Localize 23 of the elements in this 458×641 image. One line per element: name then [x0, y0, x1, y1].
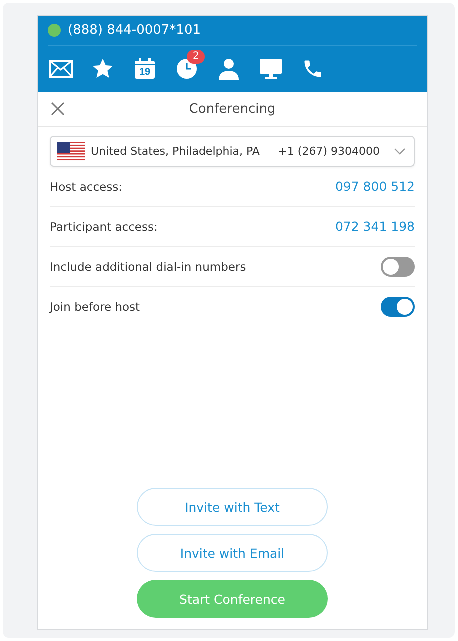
page-title: Conferencing	[189, 102, 276, 116]
access-label: Participant access:	[50, 220, 158, 234]
invite-button[interactable]: Invite with Email	[137, 534, 328, 572]
dial-in-select[interactable]: United States, Philadelphia, PA +1 (267) 9304000	[50, 136, 415, 167]
toggle-switch[interactable]	[381, 256, 415, 276]
access-label: Host access:	[50, 180, 122, 194]
invite-button[interactable]: Invite with Text	[137, 488, 328, 526]
option-label: Include additional dial-in numbers	[50, 260, 246, 274]
chevron-down-icon	[394, 148, 406, 156]
flag-icon	[57, 142, 85, 162]
status-dot	[48, 24, 61, 37]
access-code: 072 341 198	[335, 219, 415, 234]
close-icon[interactable]	[50, 101, 66, 117]
person-icon[interactable]	[217, 57, 241, 81]
star-icon[interactable]	[91, 57, 115, 81]
start-button[interactable]: Start Conference	[137, 580, 328, 618]
phone-number: (888) 844-0007*101	[68, 23, 201, 38]
option-label: Join before host	[50, 300, 140, 314]
notification-badge: 2	[187, 50, 206, 64]
access-code: 097 800 512	[335, 179, 415, 194]
toggle-switch[interactable]	[381, 297, 415, 317]
monitor-icon[interactable]	[259, 57, 283, 81]
mail-icon[interactable]	[49, 57, 73, 81]
